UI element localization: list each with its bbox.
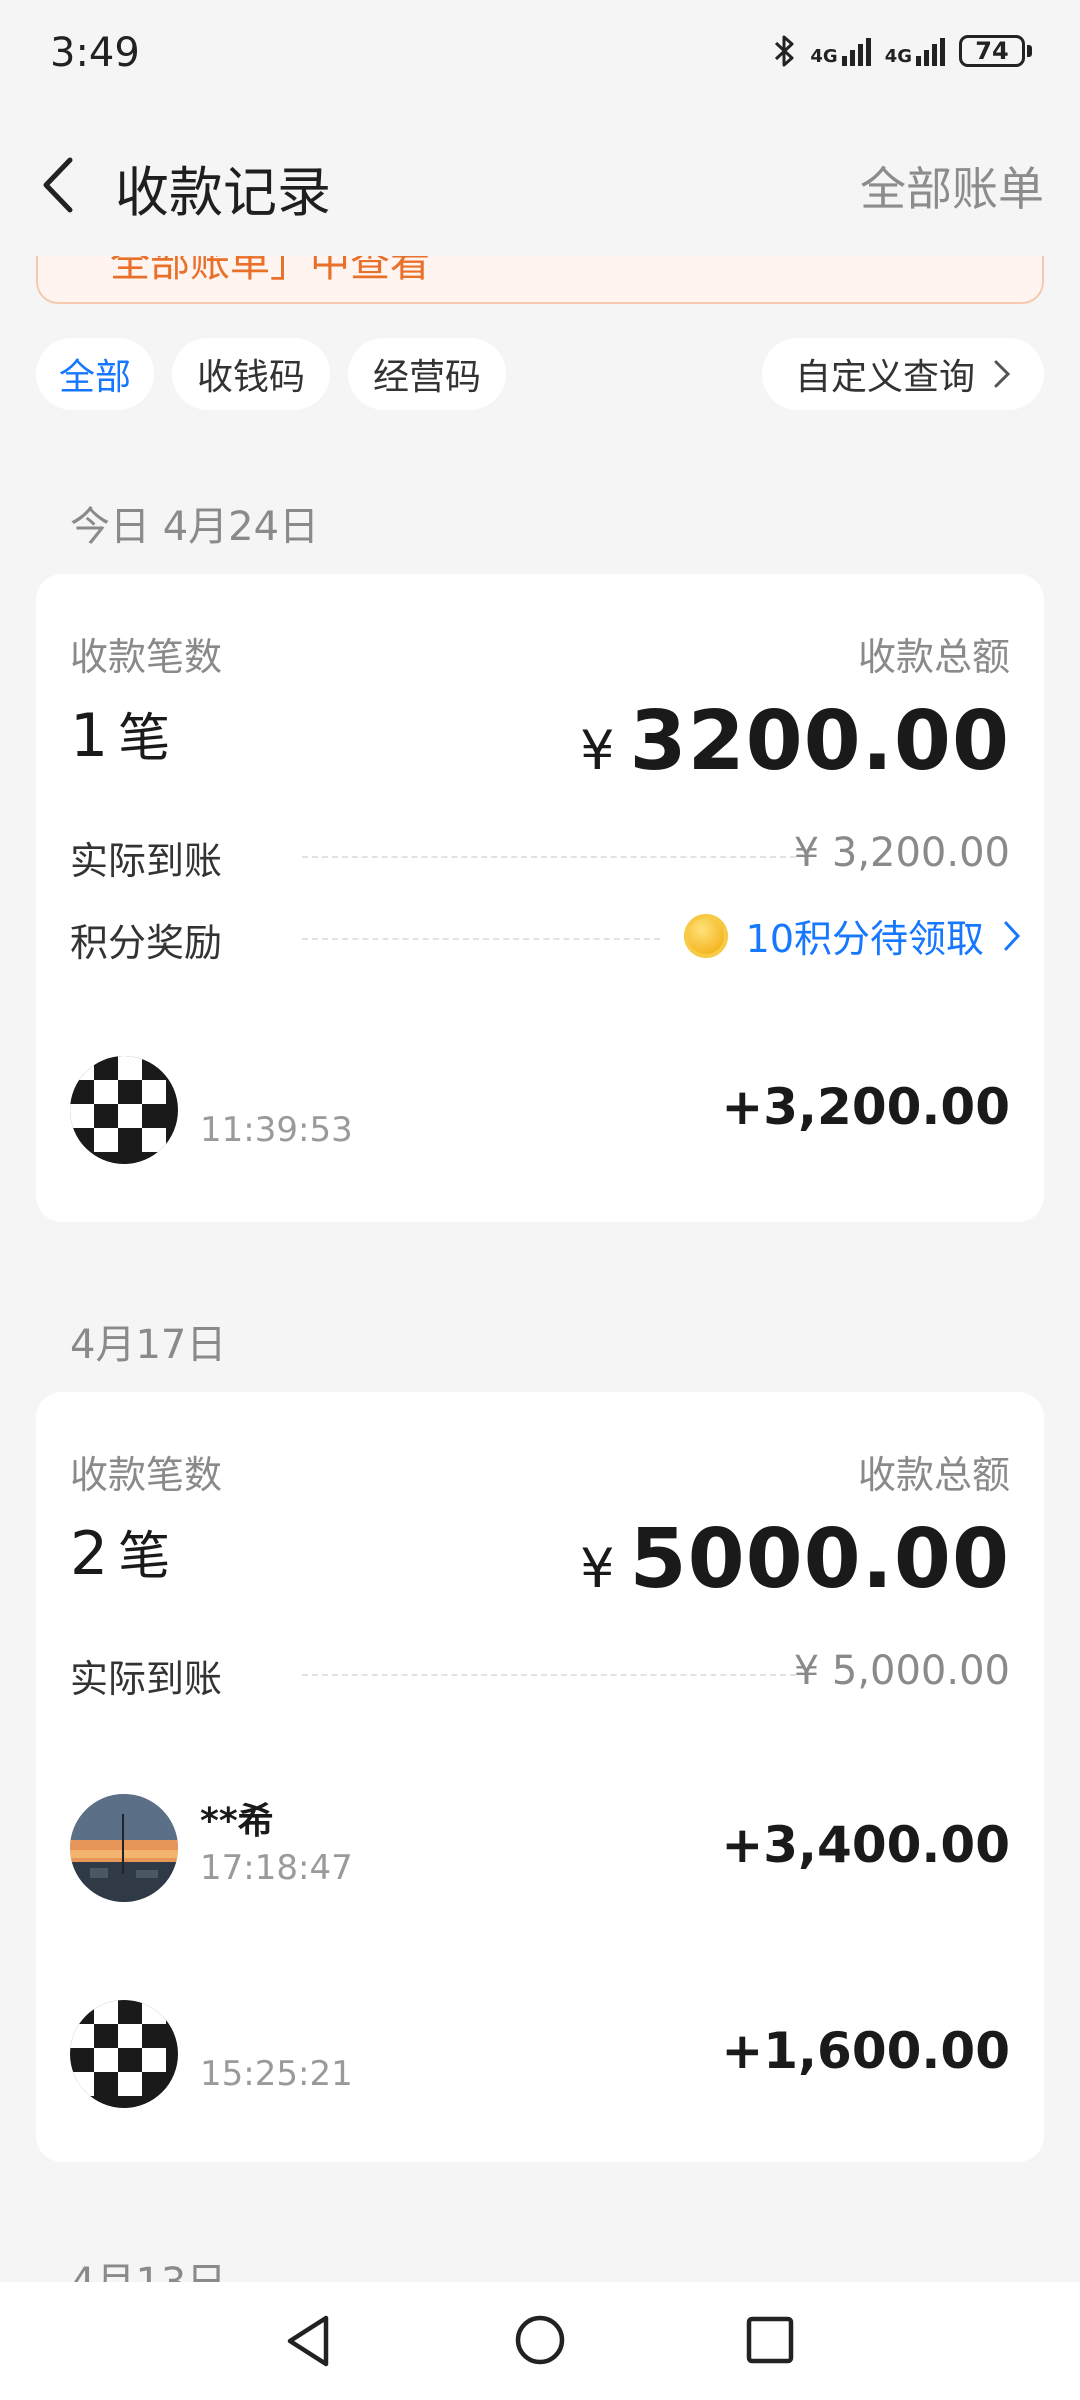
notice-banner[interactable]: 全部账单」中查看: [36, 256, 1044, 304]
filter-chip-qr[interactable]: 收钱码: [172, 338, 330, 410]
chevron-right-icon: [994, 360, 1011, 388]
page-title: 收款记录: [115, 161, 331, 224]
payment-count: 1笔: [70, 701, 171, 771]
actual-received-label: 实际到账: [70, 839, 223, 883]
total-amount: ¥5000.00: [580, 1512, 1010, 1607]
payment-count: 2笔: [70, 1519, 171, 1589]
payment-time: 17:18:47: [200, 1848, 353, 1888]
system-nav-bar: [0, 2282, 1080, 2400]
count-label: 收款笔数: [70, 1453, 223, 1497]
chevron-left-icon[interactable]: [36, 150, 86, 220]
signal-icon: 4G: [810, 36, 871, 66]
notice-text: 全部账单」中查看: [110, 256, 430, 286]
actual-received-value: ¥ 3,200.00: [793, 830, 1010, 876]
payment-time: 15:25:21: [200, 2054, 353, 2094]
reward-label: 积分奖励: [70, 921, 223, 965]
summary-card: 收款笔数 收款总额 2笔 ¥5000.00 实际到账 ¥ 5,000.00 **…: [36, 1392, 1044, 2162]
status-time: 3:49: [50, 30, 140, 76]
payment-amount: +3,200.00: [721, 1078, 1010, 1136]
all-bills-link[interactable]: 全部账单: [860, 153, 1044, 219]
payment-amount: +3,400.00: [721, 1816, 1010, 1874]
actual-received-value: ¥ 5,000.00: [793, 1648, 1010, 1694]
back-triangle-icon[interactable]: [280, 2312, 336, 2370]
total-label: 收款总额: [857, 635, 1010, 679]
payer-name: **希: [200, 1801, 274, 1842]
total-amount: ¥3200.00: [580, 694, 1010, 789]
filter-chip-business[interactable]: 经营码: [348, 338, 506, 410]
filter-chip-all[interactable]: 全部: [36, 338, 154, 410]
status-icons: 4G 4G 74: [774, 34, 1032, 68]
payment-amount: +1,600.00: [721, 2022, 1010, 2080]
actual-received-label: 实际到账: [70, 1657, 223, 1701]
payment-time: 11:39:53: [200, 1110, 353, 1150]
chevron-right-icon: [1004, 921, 1021, 950]
bluetooth-icon: [775, 35, 794, 67]
section-date: 4月17日: [70, 1322, 227, 1368]
avatar: [70, 1056, 178, 1164]
home-circle-icon[interactable]: [512, 2312, 568, 2368]
custom-query-label: 自定义查询: [794, 357, 975, 398]
avatar: [70, 2000, 178, 2108]
reward-claim-link[interactable]: 10积分待领取: [683, 908, 1022, 963]
custom-query-button[interactable]: 自定义查询: [762, 338, 1044, 410]
payment-row[interactable]: 15:25:21 +1,600.00: [36, 1988, 1044, 2128]
payment-row[interactable]: **希 17:18:47 +3,400.00: [36, 1782, 1044, 1922]
payment-row[interactable]: 11:39:53 +3,200.00: [36, 1044, 1044, 1184]
count-label: 收款笔数: [70, 635, 223, 679]
section-date: 今日 4月24日: [70, 504, 320, 550]
battery-icon: 74: [959, 35, 1032, 67]
recents-square-icon[interactable]: [744, 2314, 796, 2366]
total-label: 收款总额: [857, 1453, 1010, 1497]
summary-card: 收款笔数 收款总额 1笔 ¥3200.00 实际到账 ¥ 3,200.00 积分…: [36, 574, 1044, 1222]
coin-icon: [683, 913, 728, 958]
avatar: [70, 1794, 178, 1902]
signal-icon: 4G: [885, 36, 945, 66]
